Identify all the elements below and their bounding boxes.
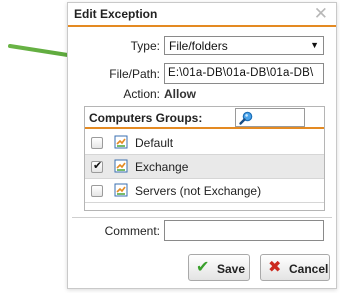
type-select[interactable]: File/folders ▼: [164, 36, 324, 55]
close-icon[interactable]: ✕: [314, 4, 328, 24]
dialog-title: Edit Exception: [74, 7, 158, 21]
group-row-exchange[interactable]: ✔ Exchange: [85, 155, 324, 179]
groups-search-input[interactable]: [235, 108, 305, 127]
action-value: Allow: [164, 87, 196, 101]
search-icon: [239, 111, 253, 125]
comment-label: Comment:: [104, 224, 160, 238]
save-button-label: Save: [217, 262, 246, 276]
computer-group-icon: [114, 159, 128, 173]
group-checkbox-default[interactable]: [91, 137, 103, 149]
group-label-servers: Servers (not Exchange): [135, 184, 262, 198]
comment-input[interactable]: [164, 220, 324, 241]
group-label-default: Default: [135, 136, 174, 150]
action-label: Action:: [123, 87, 160, 101]
divider: [72, 217, 332, 218]
group-checkbox-servers[interactable]: [91, 185, 103, 197]
computer-group-icon: [114, 183, 128, 197]
group-row-servers[interactable]: Servers (not Exchange): [85, 179, 324, 203]
save-button[interactable]: ✔ Save: [188, 254, 250, 281]
chevron-down-icon: ▼: [310, 40, 319, 50]
type-select-value: File/folders: [169, 39, 228, 53]
type-label: Type:: [130, 39, 160, 53]
filepath-label: File/Path:: [109, 67, 160, 81]
computer-group-icon: [114, 135, 128, 149]
group-label-exchange: Exchange: [135, 160, 189, 174]
computers-groups-title: Computers Groups:: [89, 111, 203, 125]
edit-exception-dialog: Edit Exception ✕ Type: File/folders ▼ Fi…: [67, 2, 337, 289]
checkmark-icon: ✔: [196, 259, 210, 276]
group-row-default[interactable]: Default: [85, 131, 324, 155]
checkmark-icon: ✔: [93, 160, 103, 172]
cross-icon: ✖: [268, 259, 282, 276]
computers-groups-header: Computers Groups:: [85, 107, 324, 129]
cancel-button-label: Cancel: [289, 262, 329, 276]
dialog-titlebar: Edit Exception ✕: [68, 3, 336, 27]
filepath-input[interactable]: E:\01a-DB\01a-DB\01a-DB\: [164, 63, 324, 84]
group-checkbox-exchange[interactable]: ✔: [91, 160, 103, 173]
cancel-button[interactable]: ✖ Cancel: [260, 254, 330, 281]
filepath-value: E:\01a-DB\01a-DB\01a-DB\: [168, 67, 314, 79]
computers-groups-panel: Computers Groups: Default ✔ Exchange Ser…: [84, 106, 325, 211]
